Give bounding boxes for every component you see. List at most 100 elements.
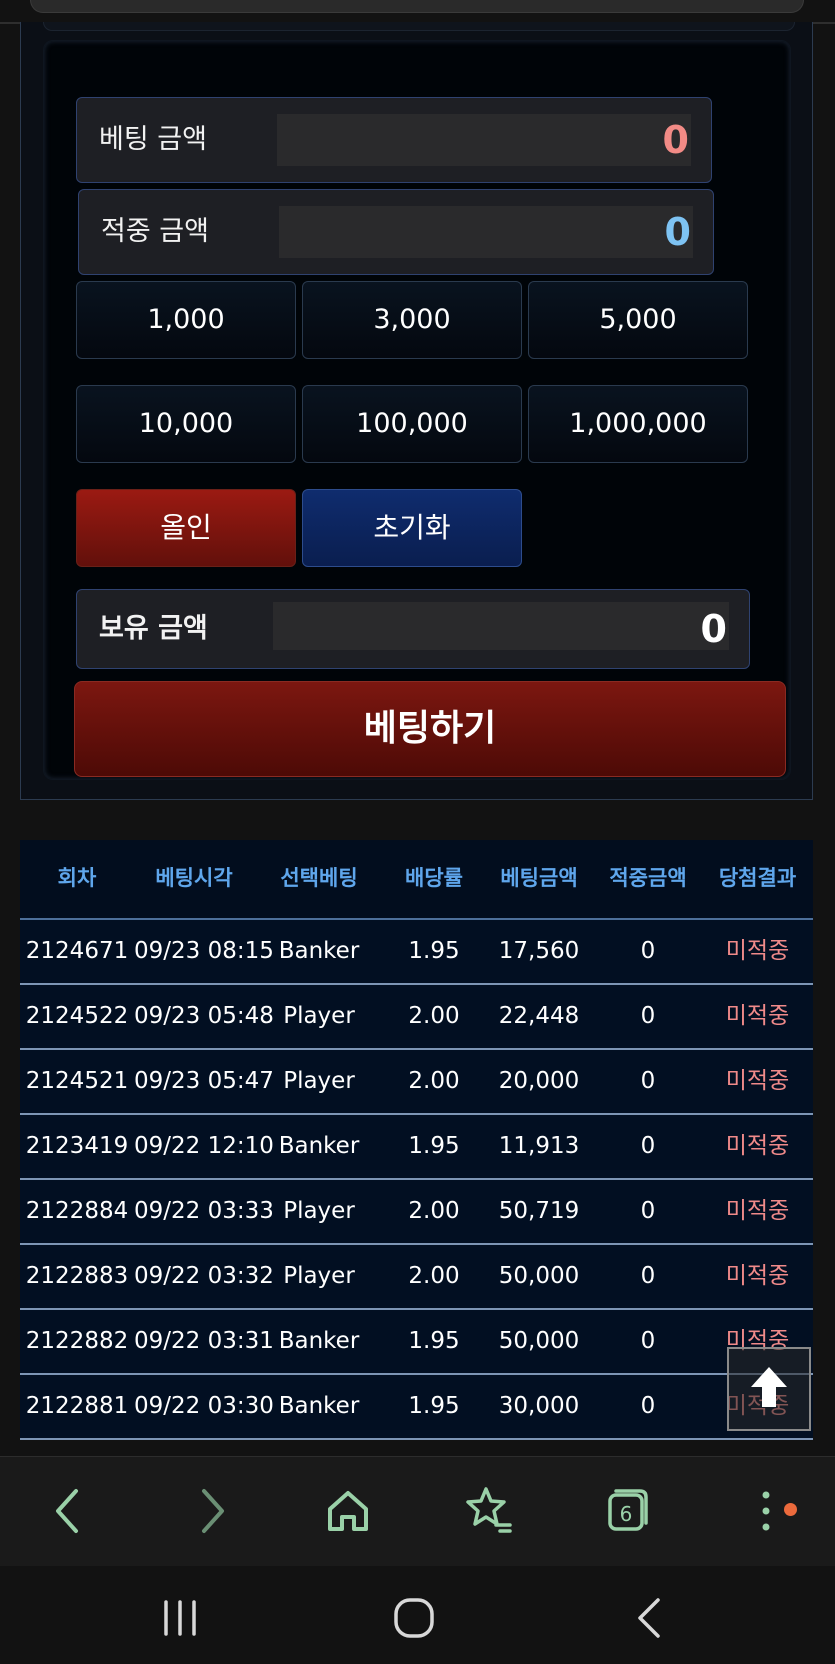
system-back-icon[interactable] [620, 1590, 680, 1646]
selected-bet-cell: Player [283, 1198, 355, 1224]
balance-label: 보유 금액 [99, 613, 208, 644]
result-cell: 미적중 [725, 1133, 790, 1159]
panel-edge [43, 22, 795, 31]
odds-cell: 2.00 [408, 1263, 460, 1289]
bet-amount-cell: 20,000 [498, 1068, 580, 1094]
bet-time-cell: 09/22 03:30 [134, 1393, 274, 1419]
reset-button[interactable]: 초기화 [302, 489, 522, 567]
betting-frame: 베팅 금액 0 적중 금액 0 1,000 3,000 5,000 10,000… [20, 22, 813, 800]
bet-time-cell: 09/22 03:33 [134, 1198, 274, 1224]
balance-row: 보유 금액 0 [76, 589, 750, 669]
bookmarks-icon[interactable] [458, 1481, 518, 1541]
odds-cell: 2.00 [408, 1003, 460, 1029]
balance-box [273, 602, 729, 650]
column-header: 베팅금액 [500, 866, 578, 890]
column-header: 회차 [57, 866, 97, 890]
win-amount-cell: 0 [640, 1198, 656, 1224]
home-circle-icon[interactable] [384, 1590, 444, 1646]
odds-cell: 1.95 [408, 1328, 460, 1354]
bet-amount-box [277, 114, 691, 166]
result-cell: 미적중 [725, 1263, 790, 1289]
previous-panel-edge [30, 0, 804, 13]
browser-toolbar: 6 [0, 1456, 835, 1567]
selected-bet-cell: Banker [278, 1133, 360, 1159]
table-row: 2122883 09/22 03:32 Player 2.00 50,000 0 미적중 [20, 1245, 813, 1310]
bet-amount-value: 0 [662, 118, 689, 162]
bet-amount-cell: 30,000 [498, 1393, 580, 1419]
selected-bet-cell: Player [283, 1003, 355, 1029]
balance-value: 0 [700, 607, 727, 651]
place-bet-button[interactable]: 베팅하기 [74, 681, 786, 777]
table-row: 2124671 09/23 08:15 Banker 1.95 17,560 0 미적중 [20, 920, 813, 985]
round-cell: 2122884 [25, 1198, 129, 1224]
round-cell: 2122881 [25, 1393, 129, 1419]
win-amount-box [279, 206, 693, 258]
bet-time-cell: 09/23 05:48 [134, 1003, 274, 1029]
bet-amount-cell: 50,719 [498, 1198, 580, 1224]
win-amount-cell: 0 [640, 1003, 656, 1029]
column-header: 당첨결과 [718, 866, 797, 890]
result-cell: 미적중 [725, 1003, 790, 1029]
column-header: 배당률 [405, 866, 463, 890]
win-amount-label: 적중 금액 [101, 216, 209, 247]
all-in-button[interactable]: 올인 [76, 489, 296, 567]
result-cell: 미적중 [725, 1198, 790, 1224]
selected-bet-cell: Player [283, 1263, 355, 1289]
round-cell: 2124671 [25, 938, 129, 964]
selected-bet-cell: Player [283, 1068, 355, 1094]
table-row: 2122884 09/22 03:33 Player 2.00 50,719 0 미적중 [20, 1180, 813, 1245]
bet-amount-cell: 11,913 [498, 1133, 580, 1159]
bet-time-cell: 09/23 05:47 [134, 1068, 274, 1094]
selected-bet-cell: Banker [278, 938, 360, 964]
table-row: 2124521 09/23 05:47 Player 2.00 20,000 0 미적중 [20, 1050, 813, 1115]
result-cell: 미적중 [725, 938, 790, 964]
chip-100000-button[interactable]: 100,000 [302, 385, 522, 463]
win-amount-value: 0 [664, 210, 691, 254]
odds-cell: 1.95 [408, 1393, 460, 1419]
odds-cell: 1.95 [408, 938, 460, 964]
recents-icon[interactable] [150, 1590, 210, 1646]
bet-time-cell: 09/22 12:10 [134, 1133, 274, 1159]
bet-amount-cell: 17,560 [498, 938, 580, 964]
win-amount-cell: 0 [640, 1393, 656, 1419]
home-icon[interactable] [318, 1481, 378, 1541]
win-amount-cell: 0 [640, 1263, 656, 1289]
tabs-icon[interactable]: 6 [598, 1481, 658, 1541]
win-amount-cell: 0 [640, 1133, 656, 1159]
chip-1000000-button[interactable]: 1,000,000 [528, 385, 748, 463]
bet-amount-cell: 50,000 [498, 1328, 580, 1354]
bet-time-cell: 09/22 03:31 [134, 1328, 274, 1354]
column-header: 선택베팅 [280, 866, 358, 890]
table-row: 2123419 09/22 12:10 Banker 1.95 11,913 0 미적중 [20, 1115, 813, 1180]
betting-panel: 베팅 금액 0 적중 금액 0 1,000 3,000 5,000 10,000… [43, 40, 791, 780]
win-amount-cell: 0 [640, 1328, 656, 1354]
selected-bet-cell: Banker [278, 1328, 360, 1354]
bet-history-table: 회차 베팅시각 선택베팅 배당률 베팅금액 적중금액 당첨결과 2124671 0… [20, 840, 813, 1440]
chip-1000-button[interactable]: 1,000 [76, 281, 296, 359]
round-cell: 2122882 [25, 1328, 129, 1354]
odds-cell: 2.00 [408, 1198, 460, 1224]
system-navigation-bar [0, 1566, 835, 1664]
chip-10000-button[interactable]: 10,000 [76, 385, 296, 463]
odds-cell: 1.95 [408, 1133, 460, 1159]
bet-amount-cell: 50,000 [498, 1263, 580, 1289]
column-header: 베팅시각 [155, 866, 233, 890]
bet-amount-label: 베팅 금액 [99, 124, 207, 155]
scroll-to-top-button[interactable] [727, 1347, 811, 1431]
win-amount-row: 적중 금액 0 [78, 189, 714, 275]
round-cell: 2123419 [25, 1133, 129, 1159]
table-header: 회차 베팅시각 선택베팅 배당률 베팅금액 적중금액 당첨결과 [20, 840, 813, 920]
bet-amount-cell: 22,448 [498, 1003, 580, 1029]
tab-count: 6 [620, 1502, 633, 1526]
forward-icon[interactable] [182, 1481, 242, 1541]
table-row: 212288109/22 03:30Banker1.9530,0000미적중 [20, 1375, 813, 1440]
chip-3000-button[interactable]: 3,000 [302, 281, 522, 359]
round-cell: 2122883 [25, 1263, 129, 1289]
chip-5000-button[interactable]: 5,000 [528, 281, 748, 359]
arrow-up-icon [751, 1367, 787, 1407]
back-icon[interactable] [38, 1481, 98, 1541]
round-cell: 2124522 [25, 1003, 129, 1029]
bet-time-cell: 09/22 03:32 [134, 1263, 274, 1289]
win-amount-cell: 0 [640, 938, 656, 964]
round-cell: 2124521 [25, 1068, 129, 1094]
